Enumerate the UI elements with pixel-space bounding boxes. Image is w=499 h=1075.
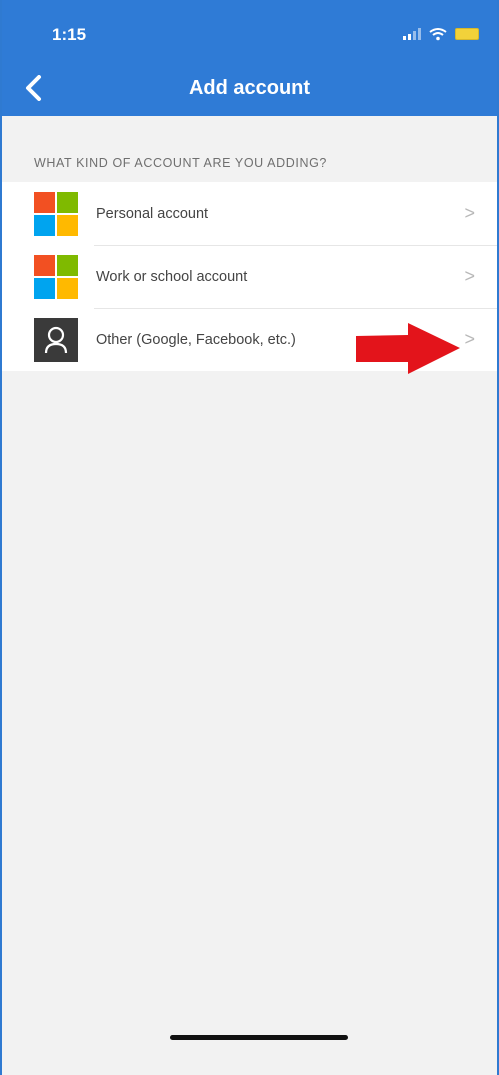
- page-title: Add account: [188, 77, 311, 99]
- chevron-right-icon: >: [464, 203, 475, 223]
- wifi-icon: [429, 28, 447, 41]
- list-item-personal-account[interactable]: Personal account >: [2, 182, 497, 245]
- microsoft-logo-icon: [34, 192, 78, 236]
- person-icon: [34, 318, 78, 362]
- chevron-right-icon: >: [464, 329, 475, 349]
- status-icons: [403, 25, 479, 43]
- list-item-label: Personal account: [96, 205, 209, 222]
- red-arrow-annotation: [356, 323, 460, 374]
- app-header: 1:15 Add account: [2, 0, 497, 116]
- section-header: WHAT KIND OF ACCOUNT ARE YOU ADDING?: [34, 156, 327, 170]
- signal-icon: [403, 28, 421, 40]
- battery-icon: [455, 28, 479, 40]
- list-item-label: Work or school account: [96, 268, 248, 285]
- home-indicator: [170, 1035, 348, 1040]
- status-time: 1:15: [52, 25, 87, 44]
- chevron-right-icon: >: [464, 266, 475, 286]
- phone-screen: 1:15 Add account WHAT KIND OF ACCOUNT AR…: [0, 0, 499, 1075]
- list-item-work-account[interactable]: Work or school account >: [2, 245, 497, 308]
- microsoft-logo-icon: [34, 255, 78, 299]
- list-item-label: Other (Google, Facebook, etc.): [96, 331, 296, 348]
